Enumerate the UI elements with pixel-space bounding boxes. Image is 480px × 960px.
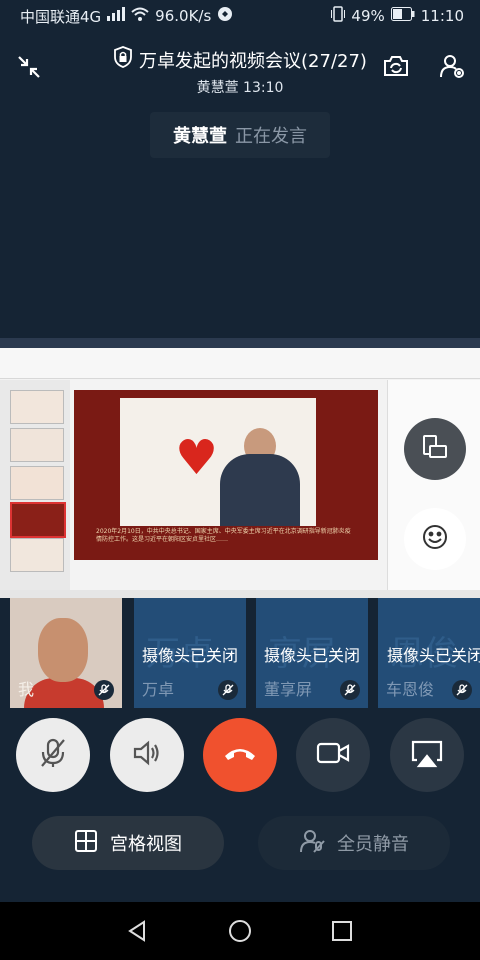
camera-off-label: 摄像头已关闭 — [387, 646, 480, 665]
rotate-screen-button[interactable] — [404, 418, 466, 480]
mic-off-icon — [36, 736, 70, 774]
smiley-icon — [420, 522, 450, 556]
hang-up-icon — [222, 743, 258, 767]
speaker-name: 黄慧萱 — [173, 126, 227, 147]
camera-off-label: 摄像头已关闭 — [141, 646, 238, 665]
self-video-body — [24, 678, 104, 708]
slide-photo: ♥ — [120, 398, 316, 526]
shared-slide-thumbnails — [0, 380, 70, 590]
camera-off-label: 摄像头已关闭 — [263, 646, 360, 665]
shared-app-tabs — [0, 338, 480, 348]
screen-share-button[interactable] — [390, 718, 464, 792]
participant-name: 我 — [18, 680, 35, 699]
participant-tile[interactable]: 享屏 摄像头已关闭 董享屏 — [256, 598, 368, 708]
participant-tile-self[interactable]: 我 — [10, 598, 122, 708]
battery-icon — [390, 7, 415, 25]
meeting-info: 万卓发起的视频会议(27/27) 黄慧萱 13:10 — [90, 46, 390, 97]
shared-app-ribbon — [0, 348, 480, 379]
shared-app-status-bar — [0, 590, 480, 598]
network-speed: 96.0K/s — [155, 7, 212, 25]
mic-muted-icon — [94, 680, 114, 700]
video-camera-icon — [315, 740, 351, 770]
wifi-icon — [131, 7, 149, 25]
participant-name: 万卓 — [142, 680, 175, 699]
recent-apps-icon[interactable] — [327, 916, 357, 946]
mute-mic-button[interactable] — [16, 718, 90, 792]
slide-thumbnail — [10, 538, 64, 572]
screen-share-view[interactable]: ♥ 2020年2月10日，中共中央总书记、国家主席、中央军委主席习近平在北京调研… — [0, 338, 480, 598]
lock-shield-icon — [113, 46, 133, 73]
slide-person-body — [220, 454, 300, 526]
speaker-button[interactable] — [110, 718, 184, 792]
meeting-subtitle: 黄慧萱 13:10 — [196, 80, 284, 96]
mute-all-button[interactable]: 全员静音 — [258, 816, 450, 870]
switch-camera-icon[interactable] — [380, 50, 412, 82]
shield-icon — [217, 6, 233, 26]
grid-icon — [74, 829, 98, 858]
home-icon[interactable] — [225, 916, 255, 946]
system-nav-bar — [0, 902, 480, 960]
self-video-face — [38, 618, 88, 682]
clock: 11:10 — [420, 7, 464, 25]
participant-tile[interactable]: 恩俊 摄像头已关闭 车恩俊 — [378, 598, 480, 708]
mute-all-icon — [299, 828, 325, 859]
emoji-button[interactable] — [404, 508, 466, 570]
mic-muted-icon — [218, 680, 238, 700]
participants-manage-icon[interactable] — [436, 50, 468, 82]
participant-tile[interactable]: 万卓 摄像头已关闭 万卓 — [134, 598, 246, 708]
speaker-state: 正在发言 — [235, 126, 307, 147]
battery-percent: 49% — [351, 7, 385, 25]
hang-up-button[interactable] — [203, 718, 277, 792]
screen-share-icon — [409, 738, 445, 772]
shared-slide: ♥ 2020年2月10日，中共中央总书记、国家主席、中央军委主席习近平在北京调研… — [74, 390, 378, 560]
slide-thumbnail — [10, 466, 64, 500]
status-bar: 中国联通4G 96.0K/s 49% 11:10 — [0, 0, 480, 32]
minimize-icon[interactable] — [14, 52, 44, 82]
meeting-header: 万卓发起的视频会议(27/27) 黄慧萱 13:10 — [0, 38, 480, 97]
meeting-title: 万卓发起的视频会议(27/27) — [139, 50, 367, 72]
camera-button[interactable] — [296, 718, 370, 792]
vibrate-icon — [331, 6, 346, 26]
speaker-icon — [130, 736, 164, 774]
signal-icon — [107, 7, 126, 25]
back-icon[interactable] — [122, 916, 152, 946]
slide-thumbnail-active — [10, 502, 66, 538]
participant-name: 车恩俊 — [386, 680, 435, 699]
heart-icon: ♥ — [175, 430, 219, 486]
mic-muted-icon — [340, 680, 360, 700]
mute-all-label: 全员静音 — [337, 834, 409, 855]
speaking-indicator: 黄慧萱 正在发言 — [150, 112, 330, 158]
slide-thumbnail — [10, 390, 64, 424]
rotate-screen-icon — [420, 432, 450, 466]
slide-thumbnail — [10, 428, 64, 462]
slide-caption: 2020年2月10日，中共中央总书记、国家主席、中央军委主席习近平在北京调研指导… — [96, 528, 351, 543]
carrier-label: 中国联通4G — [20, 7, 102, 26]
grid-view-button[interactable]: 宫格视图 — [32, 816, 224, 870]
grid-view-label: 宫格视图 — [110, 834, 182, 855]
participant-name: 董享屏 — [264, 680, 313, 699]
mic-muted-icon — [452, 680, 472, 700]
